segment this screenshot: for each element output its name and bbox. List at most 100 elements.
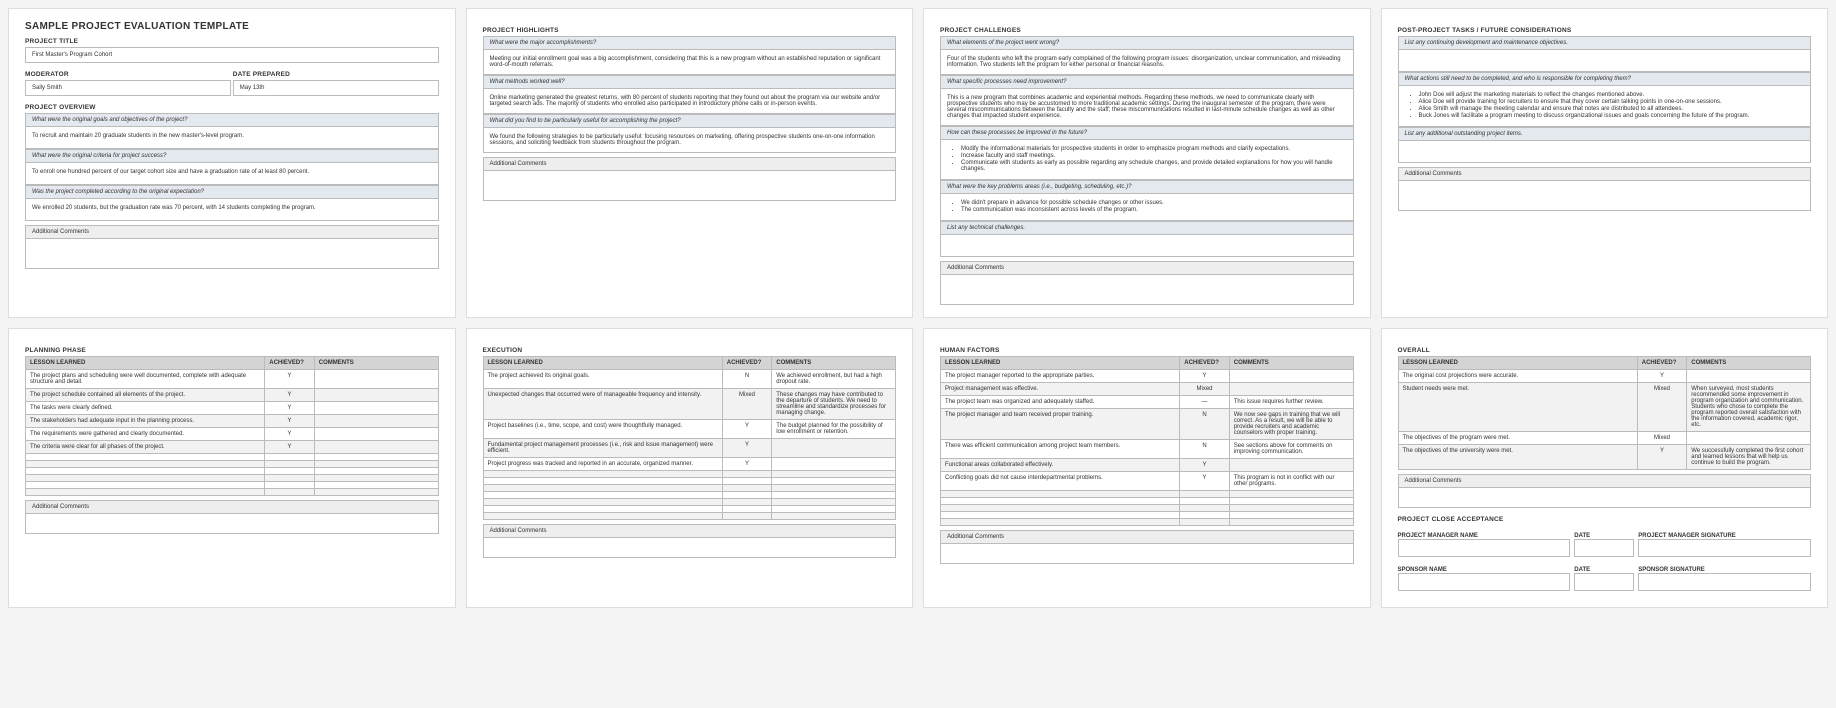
achieved-cell[interactable]: Y — [1637, 370, 1687, 383]
addl-comments-box-2[interactable] — [483, 171, 897, 201]
field-pm-date[interactable] — [1574, 539, 1634, 557]
achieved-cell[interactable] — [722, 492, 772, 499]
comments-cell[interactable]: See sections above for comments on impro… — [1229, 440, 1353, 459]
lesson-cell[interactable]: The project manager reported to the appr… — [941, 370, 1180, 383]
lesson-cell[interactable]: Project progress was tracked and reporte… — [483, 458, 722, 471]
lesson-cell[interactable]: Fundamental project management processes… — [483, 439, 722, 458]
comments-cell[interactable] — [772, 478, 896, 485]
achieved-cell[interactable] — [722, 513, 772, 520]
addl-comments-box-6[interactable] — [483, 538, 897, 558]
lesson-cell[interactable]: The criteria were clear for all phases o… — [26, 441, 265, 454]
comments-cell[interactable] — [772, 492, 896, 499]
lesson-cell[interactable] — [26, 489, 265, 496]
comments-cell[interactable] — [314, 402, 438, 415]
comments-cell[interactable] — [314, 389, 438, 402]
achieved-cell[interactable]: Y — [1180, 459, 1230, 472]
comments-cell[interactable] — [772, 506, 896, 513]
answer-body[interactable]: To recruit and maintain 20 graduate stud… — [25, 127, 439, 149]
comments-cell[interactable] — [1687, 432, 1811, 445]
comments-cell[interactable] — [772, 513, 896, 520]
answer-body[interactable] — [1398, 50, 1812, 72]
comments-cell[interactable] — [1229, 512, 1353, 519]
addl-comments-box-8[interactable] — [1398, 488, 1812, 508]
comments-cell[interactable] — [772, 458, 896, 471]
achieved-cell[interactable] — [1180, 498, 1230, 505]
comments-cell[interactable] — [314, 428, 438, 441]
achieved-cell[interactable] — [265, 482, 315, 489]
lesson-cell[interactable] — [483, 485, 722, 492]
lesson-cell[interactable]: The project plans and scheduling were we… — [26, 370, 265, 389]
lesson-cell[interactable] — [26, 482, 265, 489]
comments-cell[interactable] — [314, 468, 438, 475]
achieved-cell[interactable]: Y — [265, 370, 315, 389]
answer-body[interactable] — [1398, 141, 1812, 163]
achieved-cell[interactable] — [1180, 519, 1230, 526]
achieved-cell[interactable] — [265, 468, 315, 475]
lesson-cell[interactable] — [483, 513, 722, 520]
answer-body[interactable]: We enrolled 20 students, but the graduat… — [25, 199, 439, 221]
answer-body[interactable]: Online marketing generated the greatest … — [483, 89, 897, 114]
achieved-cell[interactable] — [722, 471, 772, 478]
answer-body[interactable]: This is a new program that combines acad… — [940, 89, 1354, 126]
achieved-cell[interactable]: N — [1180, 440, 1230, 459]
achieved-cell[interactable] — [722, 485, 772, 492]
comments-cell[interactable]: These changes may have contributed to th… — [772, 389, 896, 420]
answer-body[interactable]: John Doe will adjust the marketing mater… — [1398, 86, 1812, 127]
comments-cell[interactable]: This program is not in conflict with our… — [1229, 472, 1353, 491]
comments-cell[interactable] — [314, 489, 438, 496]
addl-comments-box-5[interactable] — [25, 514, 439, 534]
comments-cell[interactable]: We achieved enrollment, but had a high d… — [772, 370, 896, 389]
lesson-cell[interactable]: Unexpected changes that occurred were of… — [483, 389, 722, 420]
addl-comments-box[interactable] — [25, 239, 439, 269]
achieved-cell[interactable]: Y — [722, 420, 772, 439]
lesson-cell[interactable]: The objectives of the university were me… — [1398, 445, 1637, 470]
lesson-cell[interactable] — [26, 468, 265, 475]
achieved-cell[interactable]: Mixed — [722, 389, 772, 420]
lesson-cell[interactable]: The project manager and team received pr… — [941, 409, 1180, 440]
field-date-prepared[interactable]: May 13th — [233, 80, 439, 96]
lesson-cell[interactable] — [483, 506, 722, 513]
lesson-cell[interactable] — [483, 478, 722, 485]
lesson-cell[interactable] — [26, 454, 265, 461]
achieved-cell[interactable]: Y — [722, 439, 772, 458]
addl-comments-box-7[interactable] — [940, 544, 1354, 564]
comments-cell[interactable]: We successfully completed the first coho… — [1687, 445, 1811, 470]
lesson-cell[interactable] — [941, 519, 1180, 526]
comments-cell[interactable] — [1229, 459, 1353, 472]
lesson-cell[interactable] — [941, 491, 1180, 498]
comments-cell[interactable]: When surveyed, most students recommended… — [1687, 383, 1811, 432]
lesson-cell[interactable]: Functional areas collaborated effectivel… — [941, 459, 1180, 472]
achieved-cell[interactable] — [722, 499, 772, 506]
answer-body[interactable]: Modify the informational materials for p… — [940, 140, 1354, 180]
achieved-cell[interactable]: Y — [265, 428, 315, 441]
field-pm-sig[interactable] — [1638, 539, 1811, 557]
achieved-cell[interactable]: Y — [265, 415, 315, 428]
comments-cell[interactable] — [1687, 370, 1811, 383]
comments-cell[interactable] — [1229, 370, 1353, 383]
achieved-cell[interactable]: Y — [265, 441, 315, 454]
field-pm-name[interactable] — [1398, 539, 1571, 557]
comments-cell[interactable] — [314, 370, 438, 389]
comments-cell[interactable] — [314, 415, 438, 428]
lesson-cell[interactable]: The project schedule contained all eleme… — [26, 389, 265, 402]
achieved-cell[interactable] — [1180, 491, 1230, 498]
achieved-cell[interactable] — [265, 489, 315, 496]
lesson-cell[interactable]: Student needs were met. — [1398, 383, 1637, 432]
answer-body[interactable]: To enroll one hundred percent of our tar… — [25, 163, 439, 185]
lesson-cell[interactable]: The requirements were gathered and clear… — [26, 428, 265, 441]
achieved-cell[interactable]: Y — [265, 389, 315, 402]
answer-body[interactable]: We found the following strategies to be … — [483, 128, 897, 153]
achieved-cell[interactable] — [722, 478, 772, 485]
lesson-cell[interactable] — [26, 475, 265, 482]
lesson-cell[interactable]: Conflicting goals did not cause interdep… — [941, 472, 1180, 491]
lesson-cell[interactable]: The objectives of the program were met. — [1398, 432, 1637, 445]
achieved-cell[interactable]: Mixed — [1637, 432, 1687, 445]
achieved-cell[interactable] — [1180, 505, 1230, 512]
field-project-title[interactable]: First Master's Program Cohort — [25, 47, 439, 63]
comments-cell[interactable] — [314, 475, 438, 482]
comments-cell[interactable]: The budget planned for the possibility o… — [772, 420, 896, 439]
lesson-cell[interactable]: There was efficient communication among … — [941, 440, 1180, 459]
lesson-cell[interactable]: The original cost projections were accur… — [1398, 370, 1637, 383]
achieved-cell[interactable] — [722, 506, 772, 513]
achieved-cell[interactable]: Y — [265, 402, 315, 415]
